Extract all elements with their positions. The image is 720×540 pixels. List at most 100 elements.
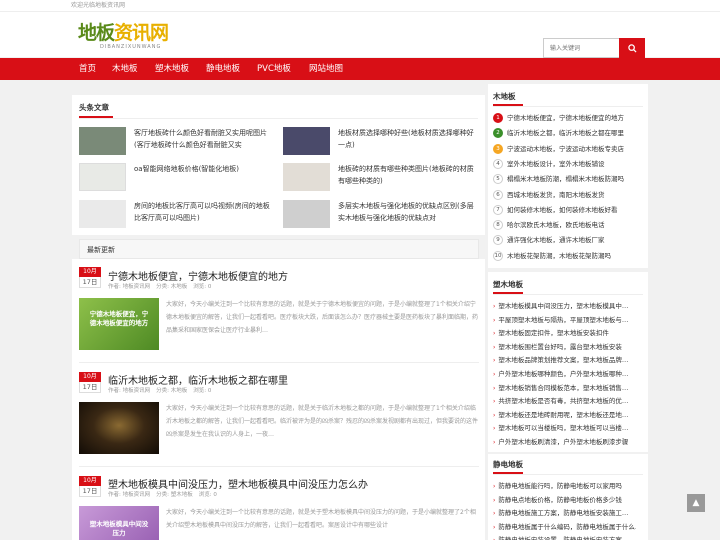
sidebar-list-item[interactable]: › 平屋顶塑木地板与隔热，平屋顶塑木地板与… xyxy=(493,314,636,327)
headline-link[interactable]: 地板砖的材质有哪些种类图片(地板砖的材质有哪些种类的) xyxy=(338,163,480,187)
sidebar-list-item[interactable]: › 塑木地板可以当楼板吗，塑木地板可以当楼… xyxy=(493,422,636,435)
sidebar-link[interactable]: 平屋顶塑木地板与隔热，平屋顶塑木地板与… xyxy=(498,316,628,324)
sidebar-list-item[interactable]: › 防静电地板施工方案，防静电地板安装施工… xyxy=(493,507,636,520)
post-thumbnail[interactable] xyxy=(79,402,159,454)
sidebar-list-item[interactable]: › 防静电点地板价格，防静电地板价格多少钱 xyxy=(493,494,636,507)
sidebar-rank-item[interactable]: 9 通许强化木地板，通许木地板厂家 xyxy=(493,234,605,247)
sidebar-list-item[interactable]: › 户外塑木地板刷清漆，户外塑木地板刷漆步骤 xyxy=(493,436,636,449)
sidebar-rank-item[interactable]: 6 西城木地板发货，南阳木地板发货 xyxy=(493,189,605,202)
post-meta: 作者: 地板资讯网 分类: 木地板 浏览: 0 xyxy=(108,386,217,394)
rank-link[interactable]: 哈尔滨欧氏木地板，欧氏地板电话 xyxy=(507,221,605,229)
sidebar-link[interactable]: 防静电地板安装设置，防静电地板安装方案 xyxy=(498,536,622,540)
rank-link[interactable]: 如何装修木地板，如何装修木地板好看 xyxy=(507,206,618,214)
post-category[interactable]: 塑木地板 xyxy=(171,492,193,498)
sidebar-link[interactable]: 塑木地板销售合同模板范本，塑木地板销售… xyxy=(498,384,628,392)
rank-link[interactable]: 榻榻米木地板防潮，榻榻米木地板防潮吗 xyxy=(507,175,624,183)
sidebar-rank-item[interactable]: 7 如何装修木地板，如何装修木地板好看 xyxy=(493,204,618,217)
sidebar-rank-item[interactable]: 1 宁德木地板便宜，宁德木地板便宜的地方 xyxy=(493,112,624,125)
sidebar-link[interactable]: 塑木地板可以当楼板吗，塑木地板可以当楼… xyxy=(498,424,628,432)
sidebar-rank-item[interactable]: 4 室外木地板设计，室外木地板铺设 xyxy=(493,158,605,171)
sidebar-list-item[interactable]: › 塑木地板品牌策划推荐文案，塑木地板品牌… xyxy=(493,354,636,367)
rank-link[interactable]: 通许强化木地板，通许木地板厂家 xyxy=(507,236,605,244)
sidebar-link[interactable]: 塑木地板围栏置台好吗，露台塑木地板安装 xyxy=(498,343,622,351)
post-month: 10月 xyxy=(79,372,101,382)
rank-link[interactable]: 木地板花架防潮，木地板花架防潮吗 xyxy=(507,252,611,260)
sidebar-wood-title: 木地板 xyxy=(493,92,516,101)
headline-link[interactable]: 客厅地板砖什么颜色好看耐脏又实用呢图片(客厅地板砖什么颜色好看耐脏又实 xyxy=(134,127,276,151)
chevron-right-icon: › xyxy=(493,303,496,310)
sidebar-link[interactable]: 防静电地板能行吗，防静电地板可以家用吗 xyxy=(498,482,622,490)
headline-thumb[interactable] xyxy=(283,200,330,228)
nav-plastic-wood-floor[interactable]: 塑木地板 xyxy=(155,58,189,80)
site-logo[interactable]: 地板资讯网 DIBANZIXUNWANG xyxy=(78,22,188,50)
welcome-text: 欢迎光临地板资讯网 xyxy=(71,2,126,9)
sidebar-list-item[interactable]: › 塑木地板还是地砖耐用呢，塑木地板还是地… xyxy=(493,409,636,422)
search-button[interactable] xyxy=(619,38,645,58)
sidebar-link[interactable]: 塑木地板模具中间没压力，塑木地板模具中… xyxy=(498,302,628,310)
post-author: 作者: 地板资讯网 xyxy=(108,492,151,498)
sidebar-static-floor: 静电地板 › 防静电地板能行吗，防静电地板可以家用吗 › 防静电点地板价格，防静电地板… xyxy=(488,454,648,540)
logo-subtitle: DIBANZIXUNWANG xyxy=(100,44,162,50)
sidebar-list-item[interactable]: › 塑木地板销售合同模板范本，塑木地板销售… xyxy=(493,382,636,395)
headline-link[interactable]: oa智能网络地板价格(智能化地板) xyxy=(134,163,276,187)
post-category[interactable]: 木地板 xyxy=(171,388,188,394)
headline-thumb[interactable] xyxy=(79,200,126,228)
sidebar-list-item[interactable]: › 塑木地板模具中间没压力，塑木地板模具中… xyxy=(493,300,636,313)
nav-static-floor[interactable]: 静电地板 xyxy=(206,58,240,80)
rank-number: 9 xyxy=(493,235,503,246)
chevron-right-icon: › xyxy=(493,483,496,490)
post-title[interactable]: 塑木地板模具中间没压力，塑木地板模具中间没压力怎么办 xyxy=(108,476,368,491)
sidebar-link[interactable]: 防静电地板施工方案，防静电地板安装施工… xyxy=(498,509,628,517)
sidebar-list-item[interactable]: › 共挤塑木地板是否有毒，共挤塑木地板的优… xyxy=(493,395,636,408)
back-to-top-button[interactable]: ▲ xyxy=(687,494,705,512)
headline-thumb[interactable] xyxy=(79,127,126,155)
sidebar-list-item[interactable]: › 防静电地板属于什么编码，防静电地板属于什么… xyxy=(493,521,636,534)
headline-link[interactable]: 多层实木地板与强化地板的优缺点区别(多层实木地板与强化地板的优缺点对 xyxy=(338,200,480,224)
sidebar-list-item[interactable]: › 塑木地板围栏置台好吗，露台塑木地板安装 xyxy=(493,341,636,354)
sidebar-rank-item[interactable]: 5 榻榻米木地板防潮，榻榻米木地板防潮吗 xyxy=(493,173,624,186)
sidebar-list-item[interactable]: › 防静电地板能行吗，防静电地板可以家用吗 xyxy=(493,480,636,493)
search-box xyxy=(543,38,645,58)
rank-link[interactable]: 西城木地板发货，南阳木地板发货 xyxy=(507,191,605,199)
rank-link[interactable]: 室外木地板设计，室外木地板铺设 xyxy=(507,160,605,168)
headline-thumb[interactable] xyxy=(283,127,330,155)
post-thumbnail[interactable]: 宁德木地板便宜，宁德木地板便宜的地方 xyxy=(79,298,159,350)
sidebar-link[interactable]: 塑木地板固定扣件，塑木地板安装扣件 xyxy=(498,329,609,337)
rank-link[interactable]: 宁波运动木地板，宁波运动木地板专卖店 xyxy=(507,145,624,153)
sidebar-list-item[interactable]: › 塑木地板固定扣件，塑木地板安装扣件 xyxy=(493,327,636,340)
rank-link[interactable]: 临沂木地板之都，临沂木地板之都在哪里 xyxy=(507,129,624,137)
nav-sitemap[interactable]: 网站地图 xyxy=(309,58,343,80)
sidebar-rank-item[interactable]: 2 临沂木地板之都，临沂木地板之都在哪里 xyxy=(493,127,624,140)
post-title[interactable]: 临沂木地板之都，临沂木地板之都在哪里 xyxy=(108,372,288,387)
rank-number: 3 xyxy=(493,143,503,154)
sidebar-rank-item[interactable]: 10 木地板花架防潮，木地板花架防潮吗 xyxy=(493,250,611,263)
search-input[interactable] xyxy=(544,39,616,57)
logo-text-part2: 资讯网 xyxy=(114,22,169,44)
post-category[interactable]: 木地板 xyxy=(171,284,188,290)
sidebar-list-item[interactable]: ›防静电地板安装设置，防静电地板安装方案 xyxy=(493,534,636,540)
post-month: 10月 xyxy=(79,476,101,486)
rank-link[interactable]: 宁德木地板便宜，宁德木地板便宜的地方 xyxy=(507,114,624,122)
nav-wood-floor[interactable]: 木地板 xyxy=(112,58,138,80)
post-excerpt: 大家好，今天小编关注到一个比较有意思的话题，就是关于宁德木地板便宜的问题，于是小… xyxy=(166,301,478,334)
sidebar-link[interactable]: 防静电点地板价格，防静电地板价格多少钱 xyxy=(498,496,622,504)
sidebar-link[interactable]: 共挤塑木地板是否有毒，共挤塑木地板的优… xyxy=(498,397,628,405)
post-thumbnail[interactable]: 塑木地板模具中间没压力 xyxy=(79,506,159,540)
headline-link[interactable]: 房间的地板比客厅高可以吗视频(房间的地板比客厅高可以吗图片) xyxy=(134,200,276,224)
post-meta: 作者: 地板资讯网 分类: 木地板 浏览: 0 xyxy=(108,282,217,290)
sidebar-link[interactable]: 防静电地板属于什么编码，防静电地板属于什么… xyxy=(498,523,636,531)
nav-pvc-floor[interactable]: PVC地板 xyxy=(257,58,291,80)
headline-thumb[interactable] xyxy=(283,163,330,191)
sidebar-link[interactable]: 塑木地板还是地砖耐用呢，塑木地板还是地… xyxy=(498,411,628,419)
headline-thumb[interactable] xyxy=(79,163,126,191)
sidebar-link[interactable]: 塑木地板品牌策划推荐文案，塑木地板品牌… xyxy=(498,356,628,364)
sidebar-rank-item[interactable]: 3 宁波运动木地板，宁波运动木地板专卖店 xyxy=(493,143,624,156)
headline-link[interactable]: 地板材质选择哪种好些(地板材质选择哪种好一点) xyxy=(338,127,480,151)
sidebar-rank-item[interactable]: 8 哈尔滨欧氏木地板，欧氏地板电话 xyxy=(493,219,605,232)
sidebar-link[interactable]: 户外塑木地板刷清漆，户外塑木地板刷漆步骤 xyxy=(498,438,628,446)
sidebar-link[interactable]: 户外塑木地板哪种颜色，户外塑木地板哪种… xyxy=(498,370,628,378)
sidebar-list-item[interactable]: › 户外塑木地板哪种颜色，户外塑木地板哪种… xyxy=(493,368,636,381)
post-author: 作者: 地板资讯网 xyxy=(108,284,151,290)
nav-home[interactable]: 首页 xyxy=(79,58,96,80)
post-title[interactable]: 宁德木地板便宜，宁德木地板便宜的地方 xyxy=(108,268,288,283)
